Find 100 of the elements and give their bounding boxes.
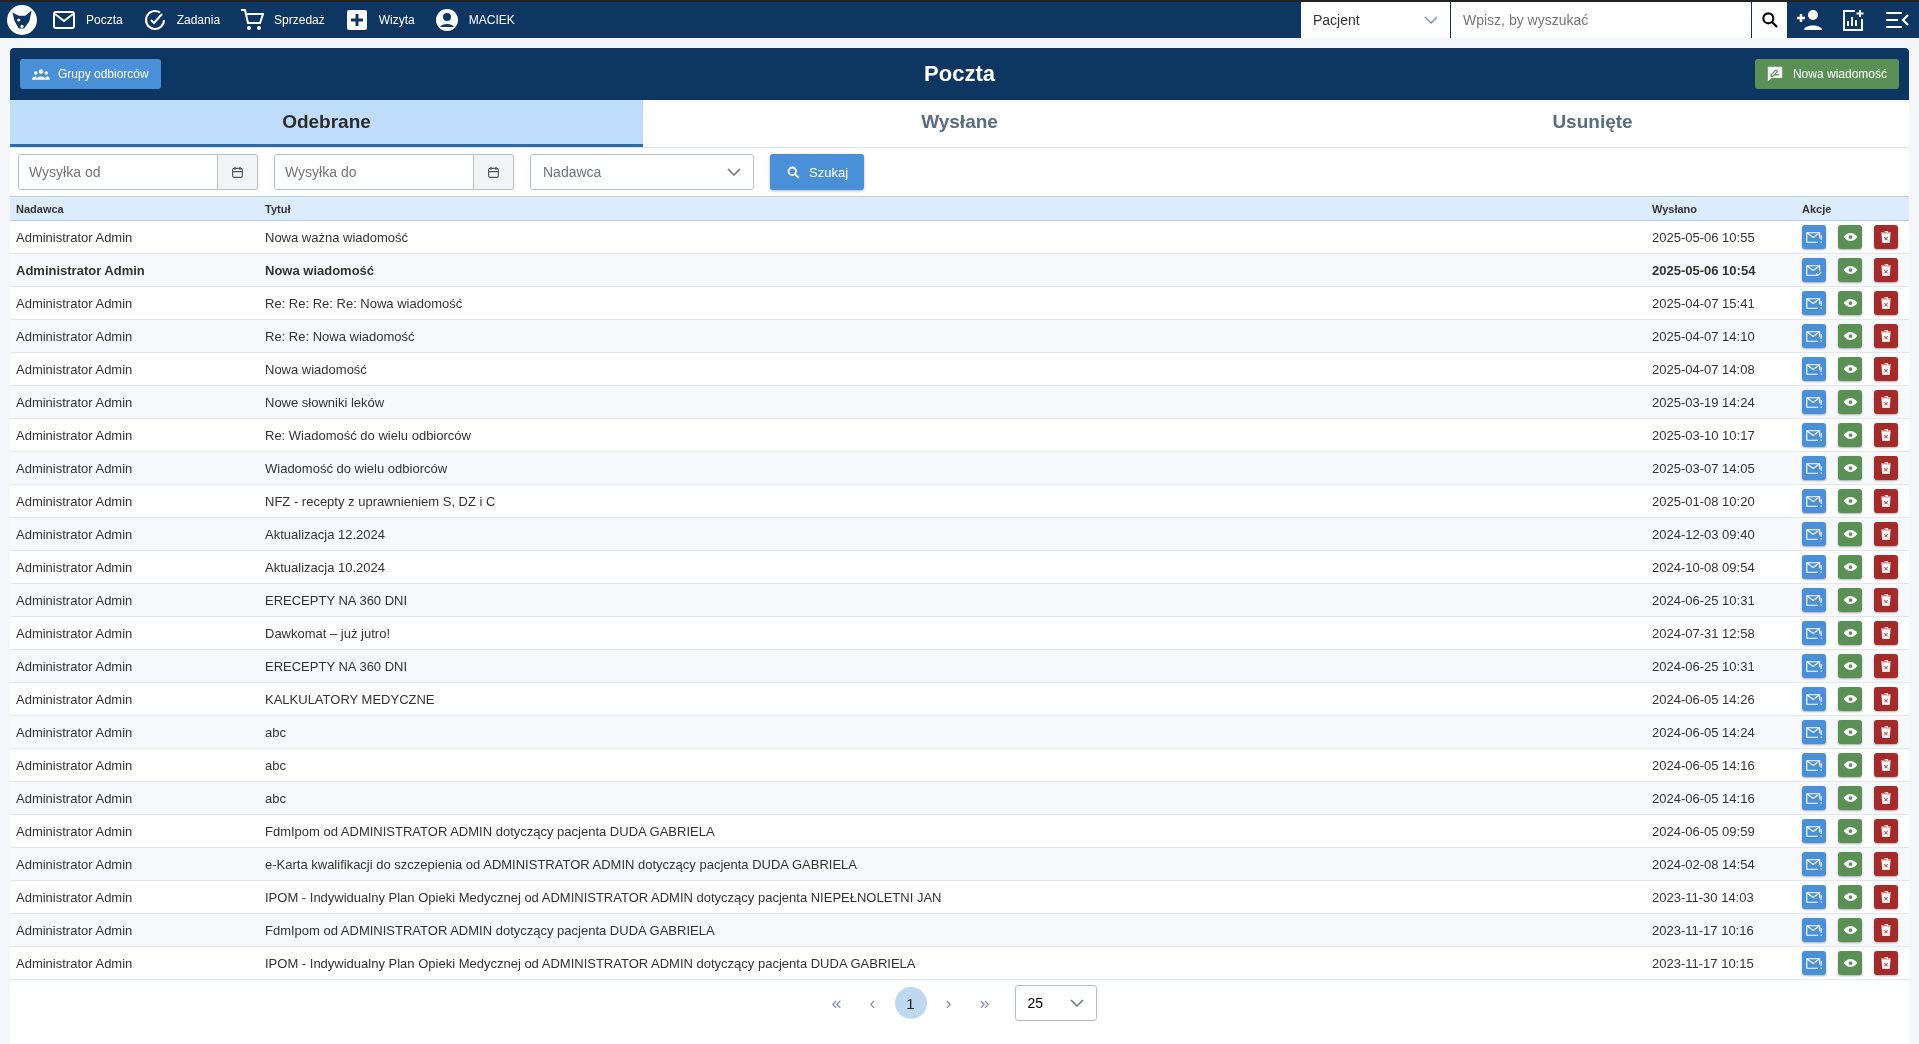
mark-unread-button[interactable] (1802, 555, 1826, 579)
mail-alert-icon (1806, 428, 1822, 442)
delete-button[interactable] (1874, 588, 1898, 612)
delete-button[interactable] (1874, 786, 1898, 810)
view-button[interactable] (1838, 390, 1862, 414)
mark-unread-button[interactable] (1802, 489, 1826, 513)
view-button[interactable] (1838, 522, 1862, 546)
view-button[interactable] (1838, 918, 1862, 942)
delete-button[interactable] (1874, 423, 1898, 447)
view-button[interactable] (1838, 291, 1862, 315)
mark-unread-button[interactable] (1802, 819, 1826, 843)
recipient-groups-button[interactable]: Grupy odbiorców (20, 59, 161, 89)
nav-link[interactable]: Wizyta (344, 8, 415, 32)
delete-button[interactable] (1874, 951, 1898, 975)
view-button[interactable] (1838, 621, 1862, 645)
column-header: Wysłano (1652, 202, 1699, 215)
search-field[interactable]: Wpisz, by wyszukać (1451, 2, 1751, 38)
delete-button[interactable] (1874, 456, 1898, 480)
delete-button[interactable] (1874, 489, 1898, 513)
search-scope-dropdown[interactable]: Pacjent (1301, 2, 1451, 38)
delete-button[interactable] (1874, 819, 1898, 843)
delete-button[interactable] (1874, 324, 1898, 348)
delete-button[interactable] (1874, 390, 1898, 414)
view-button[interactable] (1838, 423, 1862, 447)
date-cell-text: 2023-11-17 10:16 (1652, 922, 1755, 938)
add-user-icon[interactable] (1795, 8, 1823, 32)
mark-unread-button[interactable] (1802, 885, 1826, 909)
tab[interactable]: Odebrane (10, 100, 643, 147)
date-from-field[interactable]: Wysyłka od (18, 154, 218, 190)
mark-unread-button[interactable] (1802, 423, 1826, 447)
delete-button[interactable] (1874, 522, 1898, 546)
search-button[interactable]: Szukaj (770, 154, 865, 190)
calendar-button[interactable] (474, 154, 514, 190)
sender-cell-text: Administrator Admin (15, 361, 134, 377)
mark-unread-button[interactable] (1802, 588, 1826, 612)
mark-unread-button[interactable] (1802, 291, 1826, 315)
delete-button[interactable] (1874, 291, 1898, 315)
mark-unread-button[interactable] (1802, 225, 1826, 249)
view-button[interactable] (1838, 852, 1862, 876)
mark-unread-button[interactable] (1802, 654, 1826, 678)
mark-unread-button[interactable] (1802, 621, 1826, 645)
sender-cell-text: Administrator Admin (15, 889, 134, 905)
nav-link[interactable]: MACIEK (434, 8, 515, 32)
view-button[interactable] (1838, 324, 1862, 348)
previous-page-button[interactable]: ‹ (858, 988, 887, 1018)
date-to-field[interactable]: Wysyłka do (274, 154, 474, 190)
view-button[interactable] (1838, 357, 1862, 381)
nav-link[interactable]: Poczta (52, 8, 123, 32)
mark-unread-button[interactable] (1802, 687, 1826, 711)
first-page-button[interactable]: « (822, 988, 851, 1018)
delete-button[interactable] (1874, 555, 1898, 579)
mark-unread-button[interactable] (1802, 753, 1826, 777)
view-button[interactable] (1838, 753, 1862, 777)
mark-unread-button[interactable] (1802, 456, 1826, 480)
nav-link[interactable]: Zadania (142, 8, 221, 32)
view-button[interactable] (1838, 885, 1862, 909)
delete-button[interactable] (1874, 225, 1898, 249)
mark-unread-button[interactable] (1802, 720, 1826, 744)
mark-unread-button[interactable] (1802, 918, 1826, 942)
view-button[interactable] (1838, 258, 1862, 282)
view-button[interactable] (1838, 786, 1862, 810)
search-button[interactable] (1751, 2, 1787, 38)
delete-button[interactable] (1874, 621, 1898, 645)
sender-dropdown[interactable]: Nadawca (530, 154, 754, 190)
delete-button[interactable] (1874, 654, 1898, 678)
delete-button[interactable] (1874, 753, 1898, 777)
mark-unread-button[interactable] (1802, 852, 1826, 876)
view-button[interactable] (1838, 588, 1862, 612)
mark-unread-button[interactable] (1802, 786, 1826, 810)
delete-button[interactable] (1874, 885, 1898, 909)
view-button[interactable] (1838, 720, 1862, 744)
mark-unread-button[interactable] (1802, 357, 1826, 381)
calendar-button[interactable] (218, 154, 258, 190)
view-button[interactable] (1838, 489, 1862, 513)
new-message-button[interactable]: Nowa wiadomość (1754, 59, 1899, 89)
view-button[interactable] (1838, 687, 1862, 711)
view-button[interactable] (1838, 555, 1862, 579)
view-button[interactable] (1838, 819, 1862, 843)
dog-logo-icon[interactable] (6, 4, 38, 36)
delete-button[interactable] (1874, 357, 1898, 381)
view-button[interactable] (1838, 654, 1862, 678)
view-button[interactable] (1838, 951, 1862, 975)
view-button[interactable] (1838, 225, 1862, 249)
view-button[interactable] (1838, 456, 1862, 480)
delete-button[interactable] (1874, 687, 1898, 711)
delete-button[interactable] (1874, 720, 1898, 744)
mark-read-button[interactable] (1802, 258, 1826, 282)
delete-button[interactable] (1874, 918, 1898, 942)
mark-unread-button[interactable] (1802, 522, 1826, 546)
trash-icon (1881, 627, 1891, 639)
mark-unread-button[interactable] (1802, 390, 1826, 414)
delete-button[interactable] (1874, 852, 1898, 876)
page-size-dropdown[interactable]: 25 (1014, 985, 1097, 1021)
next-page-button[interactable]: › (934, 988, 963, 1018)
mark-unread-button[interactable] (1802, 951, 1826, 975)
nav-link[interactable]: Sprzedaż (240, 8, 325, 32)
mark-unread-button[interactable] (1802, 324, 1826, 348)
page-button[interactable]: 1 (894, 987, 927, 1019)
last-page-button[interactable]: » (970, 988, 999, 1018)
delete-button[interactable] (1874, 258, 1898, 282)
